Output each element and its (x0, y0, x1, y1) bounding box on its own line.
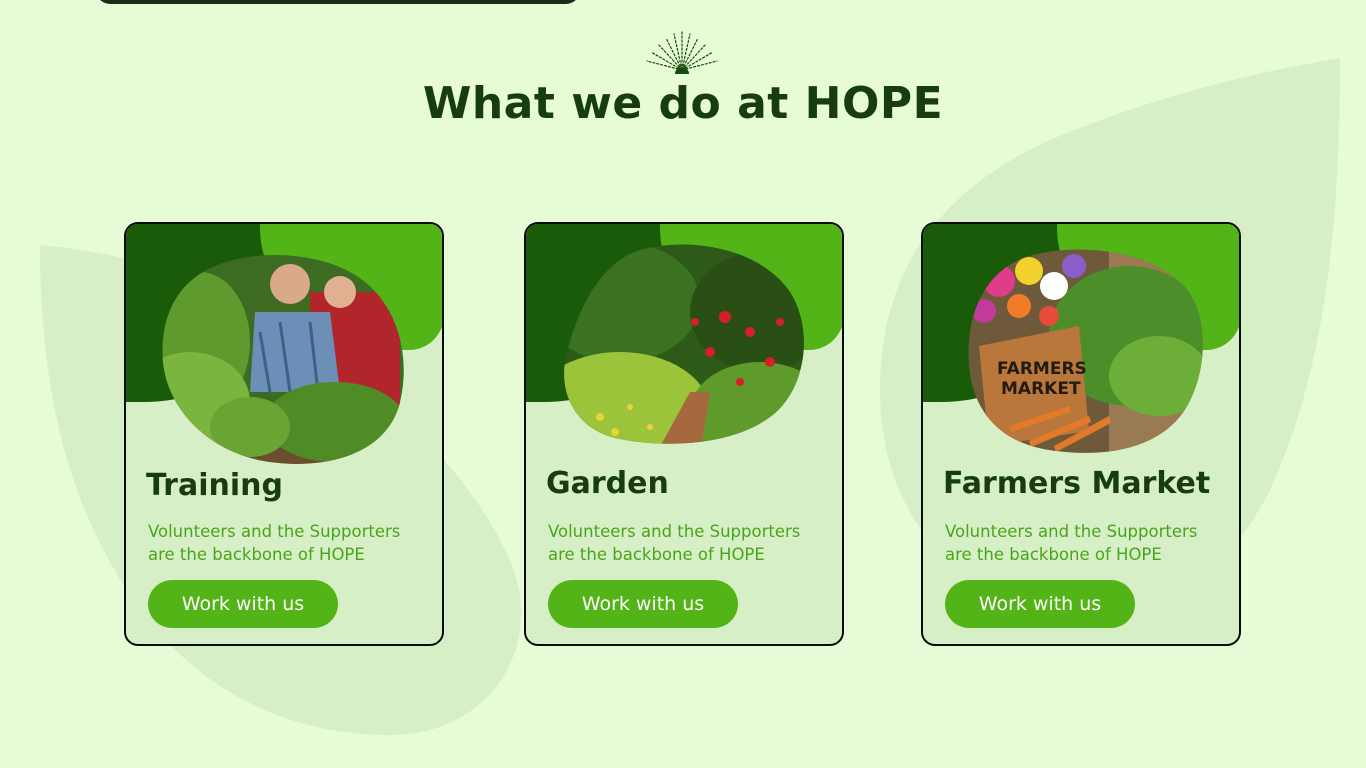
farmers-market-sign: FARMERS (997, 359, 1087, 379)
card-garden: Garden Volunteers and the Supporters are… (524, 222, 844, 646)
sun-rays-icon (646, 31, 718, 74)
card-training: Training Volunteers and the Supporters a… (124, 222, 444, 646)
farmers-market-crate-photo: FARMERS MARKET (968, 249, 1203, 453)
hero-image-edge (96, 0, 580, 4)
card-farmers-market: FARMERS MARKET Farmers Market Volunteers… (921, 222, 1241, 646)
card-title: Farmers Market (943, 466, 1211, 501)
card-description: Volunteers and the Supporters are the ba… (945, 522, 1198, 564)
work-with-us-button[interactable]: Work with us (548, 580, 738, 628)
section-title: What we do at HOPE (422, 78, 944, 129)
card-title: Garden (546, 466, 669, 501)
work-with-us-button[interactable]: Work with us (148, 580, 338, 628)
card-description: Volunteers and the Supporters are the ba… (148, 522, 401, 564)
gardening-training-photo (162, 255, 404, 464)
work-with-us-button[interactable]: Work with us (945, 580, 1135, 628)
card-title: Training (146, 468, 283, 503)
card-description: Volunteers and the Supporters are the ba… (548, 522, 801, 564)
farmers-market-sign: MARKET (1001, 379, 1081, 399)
garden-path-photo (564, 244, 804, 444)
